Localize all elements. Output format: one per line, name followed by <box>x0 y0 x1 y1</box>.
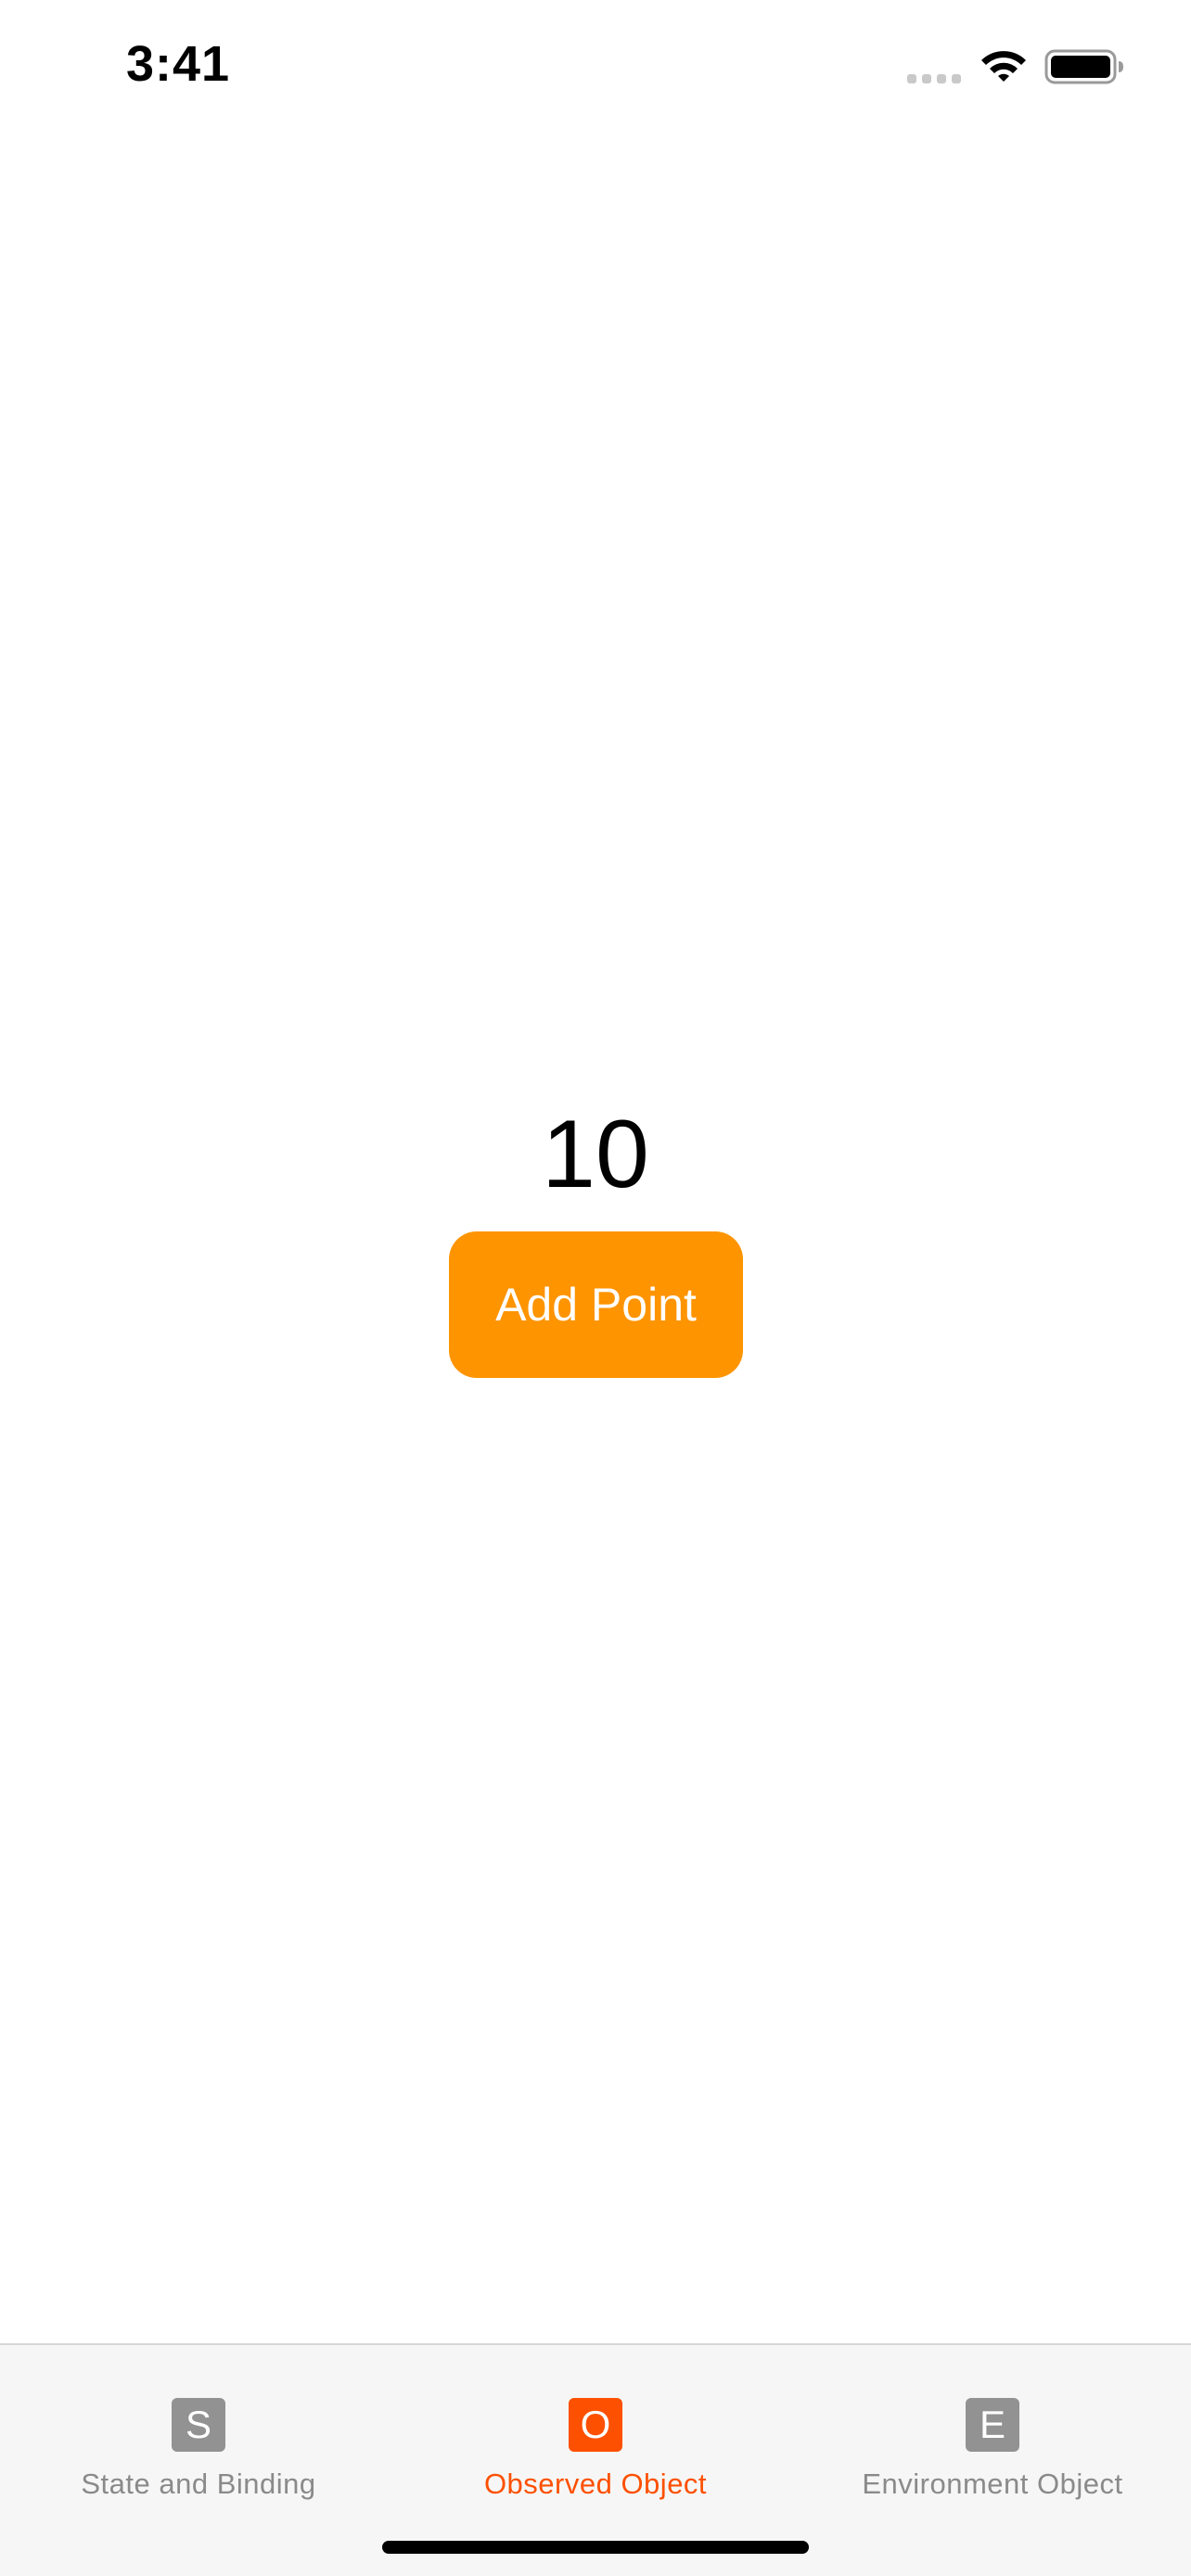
status-time: 3:41 <box>126 36 231 92</box>
app-screen: 3:41 10 Add Point S State and Binding O <box>0 0 1191 2576</box>
add-point-button[interactable]: Add Point <box>449 1231 743 1378</box>
wifi-icon <box>981 51 1026 82</box>
status-bar: 3:41 <box>0 0 1191 130</box>
environment-tab-icon: E <box>966 2398 1019 2452</box>
tab-observed-object[interactable]: O Observed Object <box>397 2371 794 2510</box>
home-indicator[interactable] <box>382 2541 809 2554</box>
cellular-signal-icon <box>907 74 963 85</box>
observed-tab-icon: O <box>569 2398 622 2452</box>
state-tab-icon: S <box>172 2398 225 2452</box>
tab-label: Environment Object <box>862 2468 1123 2500</box>
tab-state-and-binding[interactable]: S State and Binding <box>0 2371 397 2510</box>
point-counter: 10 <box>542 1101 649 1208</box>
battery-icon <box>1044 49 1123 84</box>
tab-label: Observed Object <box>483 2468 708 2500</box>
tab-environment-object[interactable]: E Environment Object <box>794 2371 1191 2510</box>
tab-label: State and Binding <box>81 2468 316 2500</box>
